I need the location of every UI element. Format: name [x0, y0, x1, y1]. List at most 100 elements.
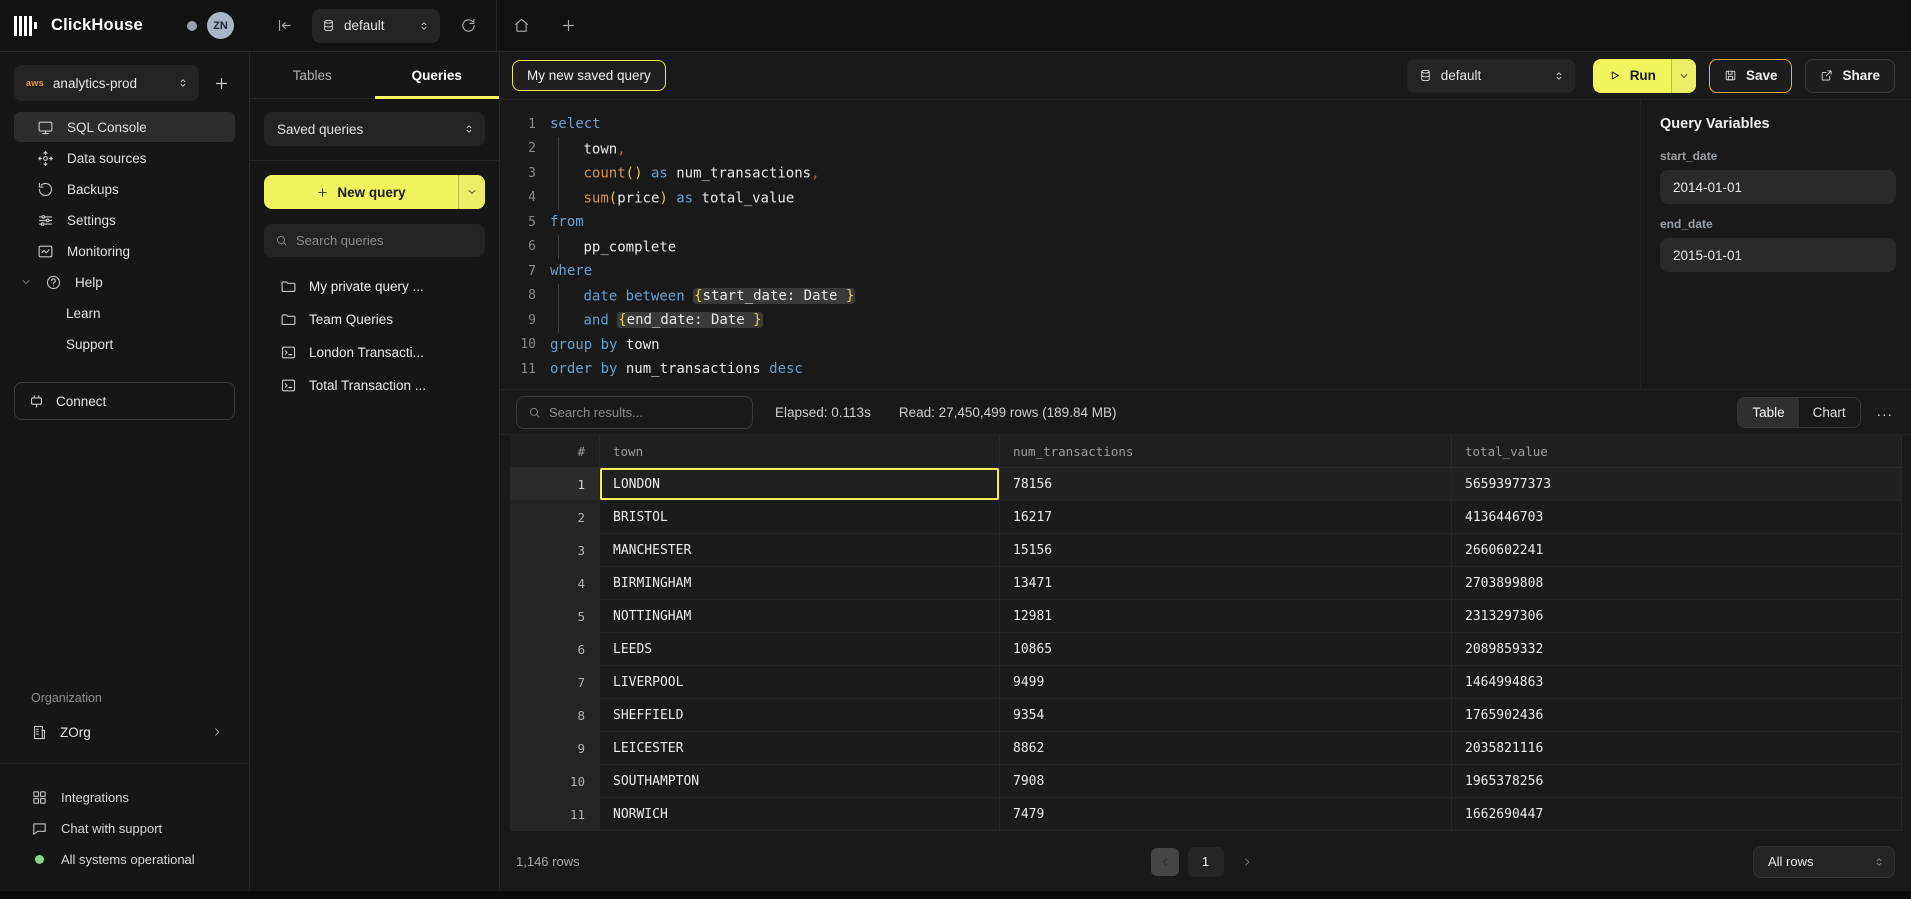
connect-button[interactable]: Connect [14, 382, 235, 420]
saved-query-tab[interactable]: My new saved query [512, 60, 666, 91]
table-cell[interactable]: 9354 [1000, 699, 1452, 732]
table-cell[interactable]: BRISTOL [600, 501, 1000, 534]
code-line[interactable]: 11order by num_transactions desc [500, 357, 1640, 382]
table-cell[interactable]: SOUTHAMPTON [600, 765, 1000, 798]
new-query-button[interactable]: New query [264, 175, 485, 209]
service-select[interactable]: aws analytics-prod [14, 65, 199, 101]
row-index-cell[interactable]: 2 [510, 501, 600, 534]
page-size-select[interactable]: All rows [1753, 846, 1895, 878]
row-index-cell[interactable]: 3 [510, 534, 600, 567]
table-cell[interactable]: 1965378256 [1452, 765, 1902, 798]
code-line[interactable]: 3count() as num_transactions, [500, 161, 1640, 186]
sidebar-footer-item-chat-with-support[interactable]: Chat with support [0, 813, 249, 844]
code-line[interactable]: 4sum(price) as total_value [500, 186, 1640, 211]
table-cell[interactable]: 16217 [1000, 501, 1452, 534]
sidebar-item-settings[interactable]: Settings [14, 205, 235, 235]
table-cell[interactable]: 7908 [1000, 765, 1452, 798]
code-line[interactable]: 10group by town [500, 333, 1640, 358]
saved-queries-select[interactable]: Saved queries [264, 112, 485, 146]
table-cell[interactable]: NORWICH [600, 798, 1000, 831]
organization-switcher[interactable]: ZOrg [0, 717, 249, 747]
search-queries-input[interactable] [296, 233, 474, 248]
table-cell[interactable]: MANCHESTER [600, 534, 1000, 567]
table-cell[interactable]: 8862 [1000, 732, 1452, 765]
column-header-town[interactable]: town [600, 435, 1000, 468]
table-cell[interactable]: 2035821116 [1452, 732, 1902, 765]
table-cell[interactable]: 2089859332 [1452, 633, 1902, 666]
end-date-input[interactable] [1660, 238, 1896, 272]
more-options-icon[interactable]: ... [1877, 403, 1893, 421]
row-index-cell[interactable]: 9 [510, 732, 600, 765]
table-cell[interactable]: 10865 [1000, 633, 1452, 666]
table-cell[interactable]: 9499 [1000, 666, 1452, 699]
table-cell[interactable]: 56593977373 [1452, 468, 1902, 501]
next-page-button[interactable] [1233, 848, 1261, 876]
sidebar-item-learn[interactable]: Learn [14, 298, 235, 328]
table-cell[interactable]: LEICESTER [600, 732, 1000, 765]
table-cell[interactable]: LEEDS [600, 633, 1000, 666]
table-cell[interactable]: LIVERPOOL [600, 666, 1000, 699]
code-line[interactable]: 8date between {start_date: Date } [500, 284, 1640, 309]
current-page[interactable]: 1 [1188, 847, 1224, 877]
saved-query-item-london-transacti[interactable]: London Transacti... [250, 336, 499, 369]
column-header-num-transactions[interactable]: num_transactions [1000, 435, 1452, 468]
table-cell[interactable]: BIRMINGHAM [600, 567, 1000, 600]
search-results-input[interactable] [549, 405, 741, 420]
new-tab-plus-icon[interactable] [545, 0, 591, 51]
sidebar-item-monitoring[interactable]: Monitoring [14, 236, 235, 266]
sidebar-item-data-sources[interactable]: Data sources [14, 143, 235, 173]
sidebar-item-help[interactable]: Help [14, 267, 235, 297]
run-options-button[interactable] [1671, 59, 1696, 93]
table-cell[interactable]: 12981 [1000, 600, 1452, 633]
table-cell[interactable]: LONDON [600, 468, 1000, 501]
notification-dot-icon[interactable] [187, 21, 197, 31]
sidebar-item-sql-console[interactable]: SQL Console [14, 112, 235, 142]
refresh-icon[interactable] [440, 0, 496, 51]
table-cell[interactable]: 2313297306 [1452, 600, 1902, 633]
column-header-index[interactable]: # [510, 435, 600, 468]
row-index-cell[interactable]: 1 [510, 468, 600, 501]
table-cell[interactable]: 78156 [1000, 468, 1452, 501]
tab-tables[interactable]: Tables [250, 52, 375, 98]
share-button[interactable]: Share [1805, 59, 1895, 93]
saved-query-item-total-transaction[interactable]: Total Transaction ... [250, 369, 499, 402]
column-header-total-value[interactable]: total_value [1452, 435, 1902, 468]
tab-queries[interactable]: Queries [375, 52, 500, 98]
topbar-database-select[interactable]: default [312, 9, 440, 43]
row-index-cell[interactable]: 6 [510, 633, 600, 666]
table-cell[interactable]: 2660602241 [1452, 534, 1902, 567]
avatar[interactable]: ZN [207, 12, 234, 39]
home-icon[interactable] [497, 0, 545, 51]
table-cell[interactable]: 1662690447 [1452, 798, 1902, 831]
code-line[interactable]: 2town, [500, 137, 1640, 162]
code-line[interactable]: 6pp_complete [500, 235, 1640, 260]
start-date-input[interactable] [1660, 170, 1896, 204]
row-index-cell[interactable]: 4 [510, 567, 600, 600]
view-chart-button[interactable]: Chart [1799, 398, 1860, 427]
row-index-cell[interactable]: 10 [510, 765, 600, 798]
table-cell[interactable]: 15156 [1000, 534, 1452, 567]
view-table-button[interactable]: Table [1738, 398, 1798, 427]
sql-editor[interactable]: 1select2town,3count() as num_transaction… [500, 100, 1640, 389]
table-cell[interactable]: NOTTINGHAM [600, 600, 1000, 633]
table-cell[interactable]: 7479 [1000, 798, 1452, 831]
row-index-cell[interactable]: 8 [510, 699, 600, 732]
collapse-sidebar-icon[interactable] [256, 0, 312, 51]
sidebar-item-support[interactable]: Support [14, 329, 235, 359]
table-cell[interactable]: 4136446703 [1452, 501, 1902, 534]
run-button[interactable]: Run [1593, 59, 1696, 93]
table-cell[interactable]: 2703899808 [1452, 567, 1902, 600]
row-index-cell[interactable]: 7 [510, 666, 600, 699]
table-cell[interactable]: SHEFFIELD [600, 699, 1000, 732]
previous-page-button[interactable] [1151, 848, 1179, 876]
code-line[interactable]: 1select [500, 112, 1640, 137]
new-query-menu-button[interactable] [458, 175, 485, 209]
code-line[interactable]: 7where [500, 259, 1640, 284]
saved-query-item-team-queries[interactable]: Team Queries [250, 303, 499, 336]
table-cell[interactable]: 1765902436 [1452, 699, 1902, 732]
sidebar-footer-item-integrations[interactable]: Integrations [0, 782, 249, 813]
add-service-icon[interactable] [207, 69, 235, 97]
table-cell[interactable]: 13471 [1000, 567, 1452, 600]
saved-query-item-my-private-query[interactable]: My private query ... [250, 270, 499, 303]
sidebar-item-backups[interactable]: Backups [14, 174, 235, 204]
